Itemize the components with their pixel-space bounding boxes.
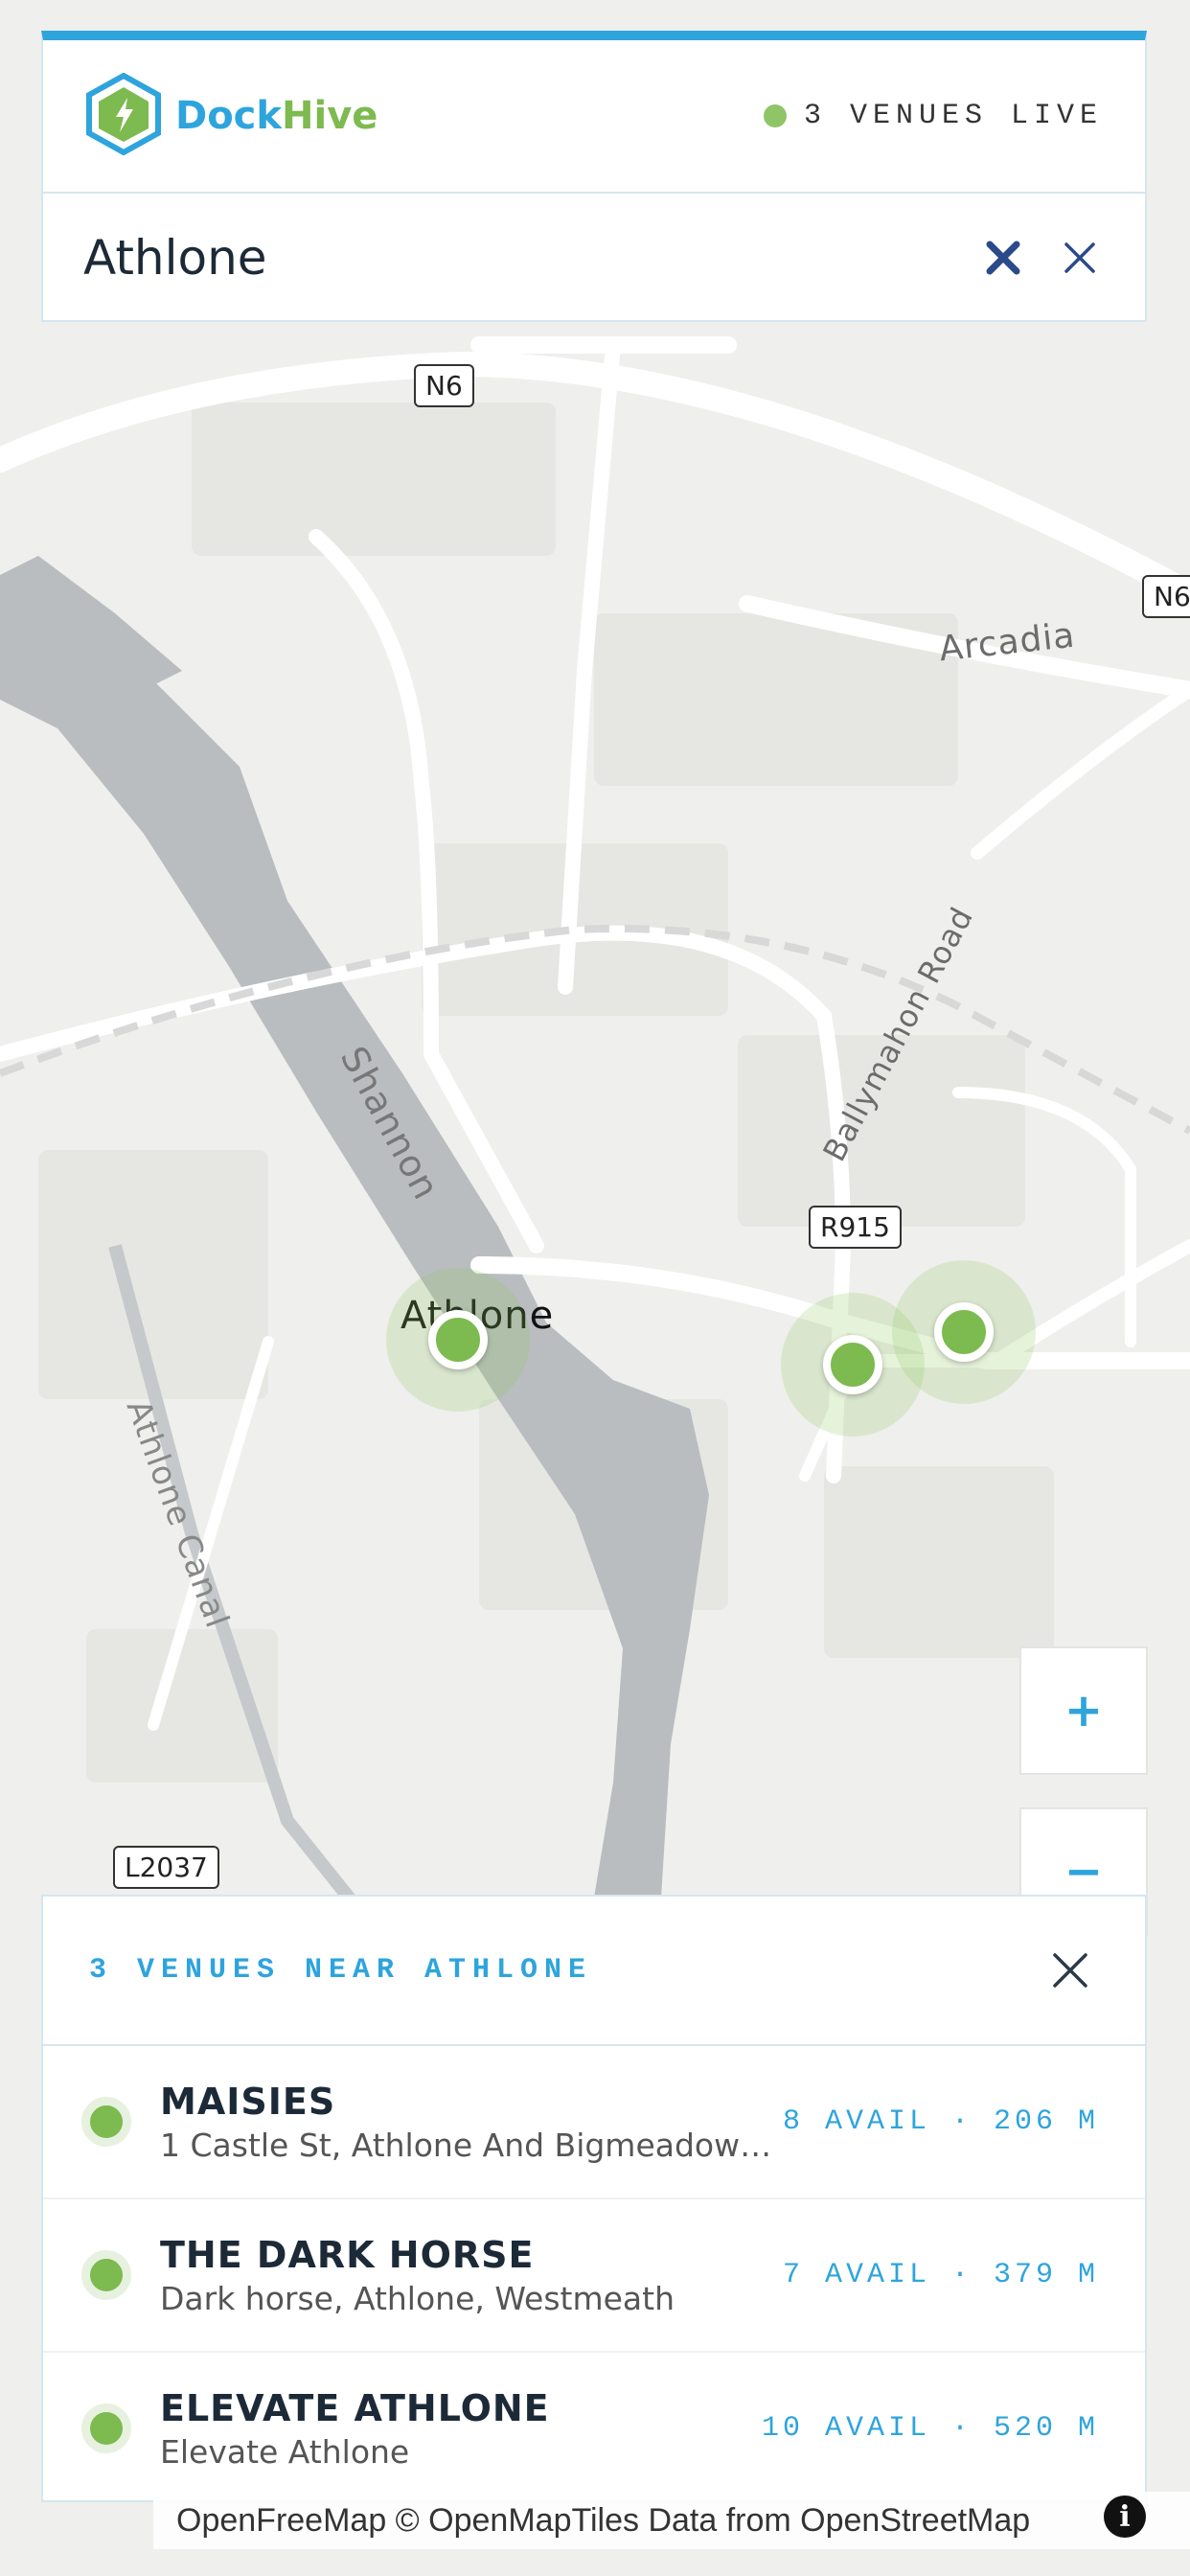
close-icon xyxy=(1064,242,1095,273)
venues-panel-title: 3 VENUES NEAR ATHLONE xyxy=(89,1954,593,1987)
live-status: 3 VENUES LIVE xyxy=(763,100,1103,132)
live-dot-icon xyxy=(763,104,787,127)
road-shield-r915: R915 xyxy=(809,1206,902,1249)
venue-name: MAISIES xyxy=(160,2080,336,2123)
map-attribution[interactable]: OpenFreeMap © OpenMapTiles Data from Ope… xyxy=(153,2492,1190,2549)
venue-name: ELEVATE ATHLONE xyxy=(160,2386,550,2429)
venue-availability: 10 AVAIL · 520 M xyxy=(761,2412,1099,2445)
venue-pin-maisies[interactable] xyxy=(428,1310,488,1369)
header-card: DockHive 3 VENUES LIVE Athlone xyxy=(41,31,1147,322)
venue-pin-dark-horse[interactable] xyxy=(823,1335,882,1394)
brand: DockHive xyxy=(85,72,378,160)
clear-search-button[interactable] xyxy=(974,229,1032,287)
clear-icon xyxy=(986,241,1020,275)
venue-address: 1 Castle St, Athlone And Bigmeadow, Athl… xyxy=(160,2126,773,2164)
info-icon[interactable]: i xyxy=(1104,2496,1146,2538)
search-input[interactable]: Athlone xyxy=(83,230,955,286)
search-bar: Athlone xyxy=(43,194,1145,322)
venue-name: THE DARK HORSE xyxy=(160,2233,535,2276)
venue-availability: 8 AVAIL · 206 M xyxy=(782,2105,1099,2138)
venue-row[interactable]: ELEVATE ATHLONE Elevate Athlone 10 AVAIL… xyxy=(43,2353,1145,2504)
road-shield-n6-east: N6 xyxy=(1142,575,1190,618)
live-status-text: 3 VENUES LIVE xyxy=(803,100,1103,132)
road-shield-l2037: L2037 xyxy=(113,1846,219,1889)
venue-pin-elevate[interactable] xyxy=(934,1302,994,1362)
venue-address: Dark horse, Athlone, Westmeath xyxy=(160,2279,675,2317)
venues-panel: 3 VENUES NEAR ATHLONE MAISIES 1 Castle S… xyxy=(41,1895,1147,2502)
venue-status-dot-icon xyxy=(81,2097,131,2147)
dockhive-logo-icon xyxy=(85,72,162,160)
venue-status-dot-icon xyxy=(81,2404,131,2453)
close-panel-button[interactable] xyxy=(1041,1942,1099,1999)
road-shield-n6: N6 xyxy=(414,364,474,407)
brand-bar: DockHive 3 VENUES LIVE xyxy=(43,40,1145,194)
venue-availability: 7 AVAIL · 379 M xyxy=(782,2259,1099,2291)
venue-status-dot-icon xyxy=(81,2250,131,2300)
close-search-button[interactable] xyxy=(1051,229,1109,287)
brand-name: DockHive xyxy=(175,94,378,138)
zoom-in-button[interactable]: + xyxy=(1019,1646,1148,1775)
venue-row[interactable]: MAISIES 1 Castle St, Athlone And Bigmead… xyxy=(43,2046,1145,2199)
venues-panel-header: 3 VENUES NEAR ATHLONE xyxy=(43,1897,1145,2046)
close-icon xyxy=(1053,1953,1087,1988)
venue-row[interactable]: THE DARK HORSE Dark horse, Athlone, West… xyxy=(43,2199,1145,2353)
venue-address: Elevate Athlone xyxy=(160,2432,410,2471)
